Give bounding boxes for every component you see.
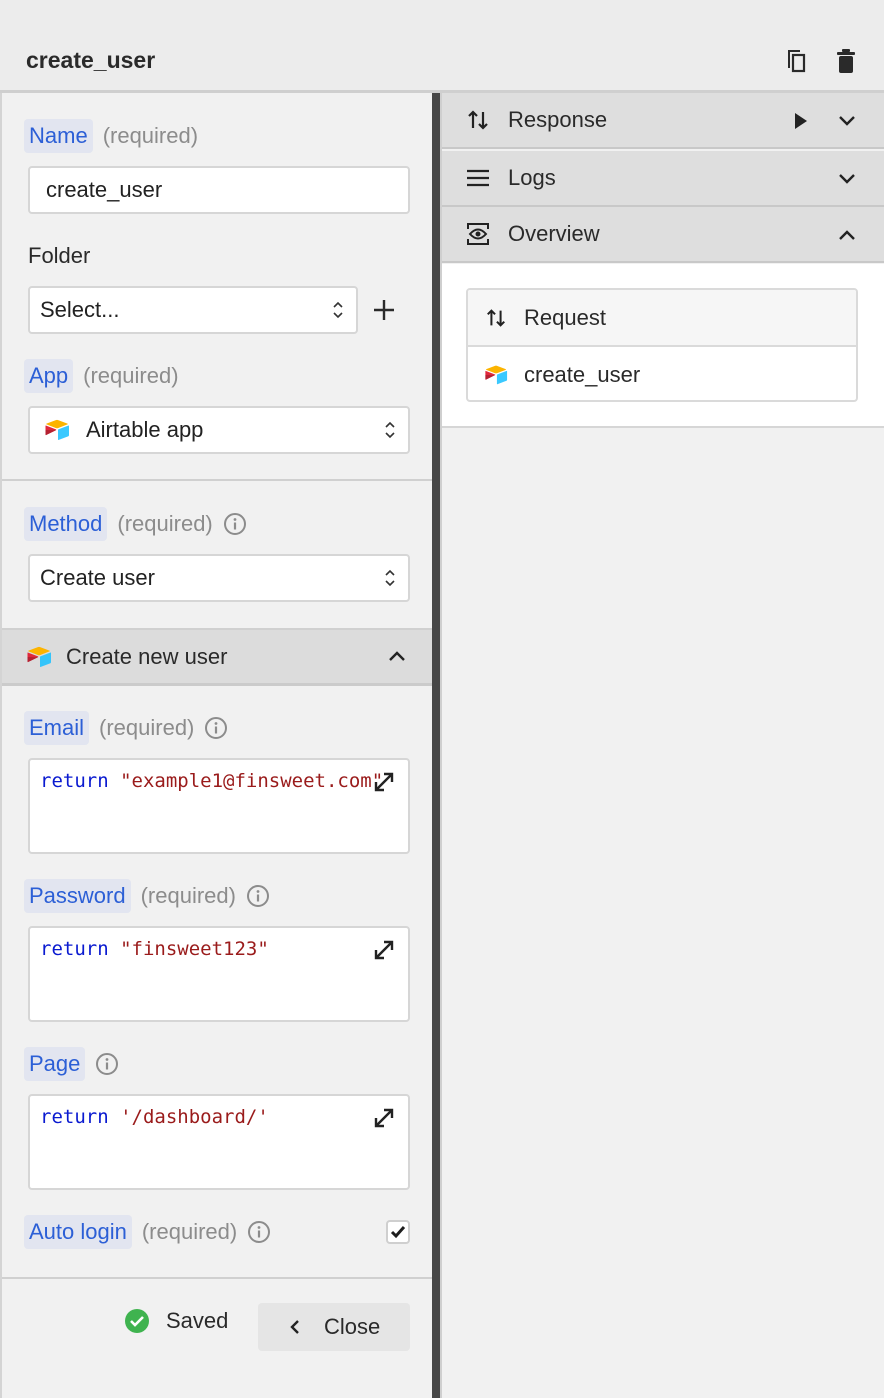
chevron-down-icon — [838, 173, 856, 185]
required-hint: (required) — [102, 123, 199, 148]
checkmark-icon — [390, 1226, 406, 1239]
create-new-user-section-header[interactable]: Create new user — [2, 628, 432, 686]
code-keyword: return — [40, 770, 109, 792]
request-item[interactable]: create_user — [468, 347, 856, 400]
panel-resize-handle[interactable] — [432, 93, 440, 1398]
name-input[interactable]: create_user — [28, 166, 410, 214]
chevron-down-icon — [838, 115, 856, 127]
config-panel: Name (required) create_user Folder Selec… — [0, 93, 432, 1398]
page-label-row: Page — [24, 1047, 119, 1081]
method-select-value: Create user — [40, 565, 155, 590]
check-circle-icon — [125, 1309, 149, 1333]
page-label: Page — [24, 1047, 86, 1081]
request-item-label: create_user — [524, 362, 641, 387]
name-label: Name — [24, 119, 93, 153]
email-code-editor[interactable]: return "example1@finsweet.com" — [28, 758, 410, 854]
duplicate-button[interactable] — [785, 48, 809, 74]
chevron-up-icon — [388, 650, 406, 662]
accordion-response[interactable]: Response — [442, 93, 884, 149]
close-button-label: Close — [324, 1314, 381, 1339]
method-label-row: Method (required) — [24, 507, 247, 541]
code-keyword: return — [40, 1106, 109, 1128]
copy-icon — [788, 50, 806, 73]
run-button[interactable] — [794, 112, 808, 130]
request-card-title: Request — [524, 304, 606, 330]
select-arrows-icon — [384, 568, 396, 588]
accordion-overview[interactable]: Overview — [442, 207, 884, 263]
method-label: Method — [24, 507, 108, 541]
divider — [2, 1277, 432, 1279]
password-code-editor[interactable]: return "finsweet123" — [28, 926, 410, 1022]
code-keyword: return — [40, 938, 109, 960]
app-select-value: Airtable app — [86, 417, 204, 442]
info-icon[interactable] — [223, 512, 247, 536]
app-label: App — [24, 359, 74, 393]
app-label-row: App (required) — [24, 359, 179, 393]
accordion-logs[interactable]: Logs — [442, 151, 884, 207]
method-select[interactable]: Create user — [28, 554, 410, 602]
chevron-up-icon — [838, 229, 856, 241]
arrows-up-down-icon — [466, 108, 490, 132]
auto-login-label-row: Auto login (required) — [24, 1215, 271, 1249]
app-select[interactable]: Airtable app — [28, 406, 410, 454]
airtable-icon — [484, 364, 508, 386]
trash-icon — [837, 49, 855, 73]
expand-icon[interactable] — [372, 1106, 396, 1130]
page-title: create_user — [26, 47, 156, 73]
password-label-row: Password (required) — [24, 879, 270, 913]
save-status: Saved — [124, 1308, 228, 1334]
overview-content: Request create_user — [442, 264, 884, 428]
required-hint: (required) — [140, 883, 236, 908]
folder-select[interactable]: Select... — [28, 286, 358, 334]
request-card: Request create_user — [466, 288, 858, 402]
select-arrows-icon — [384, 420, 396, 440]
folder-label: Folder — [28, 243, 91, 268]
expand-icon[interactable] — [372, 770, 396, 794]
name-label-row: Name (required) — [24, 119, 198, 153]
info-icon[interactable] — [95, 1052, 119, 1076]
close-button[interactable]: Close — [258, 1303, 410, 1351]
auto-login-checkbox[interactable] — [386, 1220, 410, 1244]
accordion-label: Overview — [508, 221, 600, 246]
section-title: Create new user — [66, 643, 228, 669]
list-icon — [467, 169, 489, 187]
code-string: "finsweet123" — [120, 938, 269, 960]
info-icon[interactable] — [204, 716, 228, 740]
save-status-text: Saved — [166, 1308, 229, 1333]
email-label: Email — [24, 711, 90, 745]
code-string: '/dashboard/' — [120, 1106, 269, 1128]
code-string: "example1@finsweet.com" — [120, 770, 384, 792]
required-hint: (required) — [83, 363, 179, 388]
top-bar: create_user — [0, 0, 884, 93]
arrows-up-down-icon — [484, 307, 508, 329]
accordion-label: Logs — [508, 165, 556, 190]
password-label: Password — [24, 879, 131, 913]
delete-button[interactable] — [834, 48, 858, 74]
airtable-icon — [26, 646, 52, 668]
info-icon[interactable] — [247, 1220, 271, 1244]
accordion-label: Response — [508, 107, 608, 132]
folder-select-value: Select... — [40, 297, 120, 322]
auto-login-label: Auto login — [24, 1215, 132, 1249]
email-label-row: Email (required) — [24, 711, 228, 745]
expand-icon[interactable] — [372, 938, 396, 962]
required-hint: (required) — [99, 715, 195, 740]
info-icon[interactable] — [246, 884, 270, 908]
chevron-left-icon — [290, 1320, 299, 1334]
add-folder-button[interactable] — [372, 298, 396, 322]
page-code-editor[interactable]: return '/dashboard/' — [28, 1094, 410, 1190]
required-hint: (required) — [141, 1219, 238, 1244]
required-hint: (required) — [117, 511, 213, 536]
airtable-icon — [44, 419, 70, 441]
request-card-header: Request — [468, 290, 856, 347]
select-arrows-icon — [332, 300, 344, 320]
divider — [2, 479, 432, 481]
results-panel: Response Logs Overview Request create_us… — [440, 93, 884, 1398]
eye-icon — [467, 223, 489, 245]
